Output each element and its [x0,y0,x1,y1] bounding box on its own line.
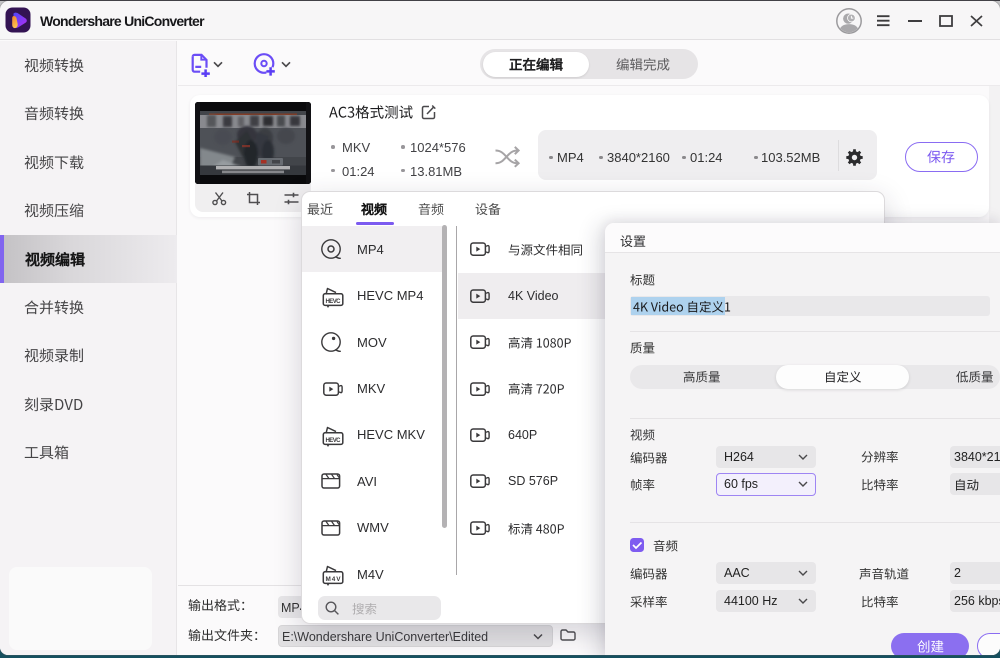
svg-text:HEVC: HEVC [326,438,342,444]
svg-text:M4V: M4V [326,576,342,583]
svg-text:HEVC: HEVC [326,299,342,305]
